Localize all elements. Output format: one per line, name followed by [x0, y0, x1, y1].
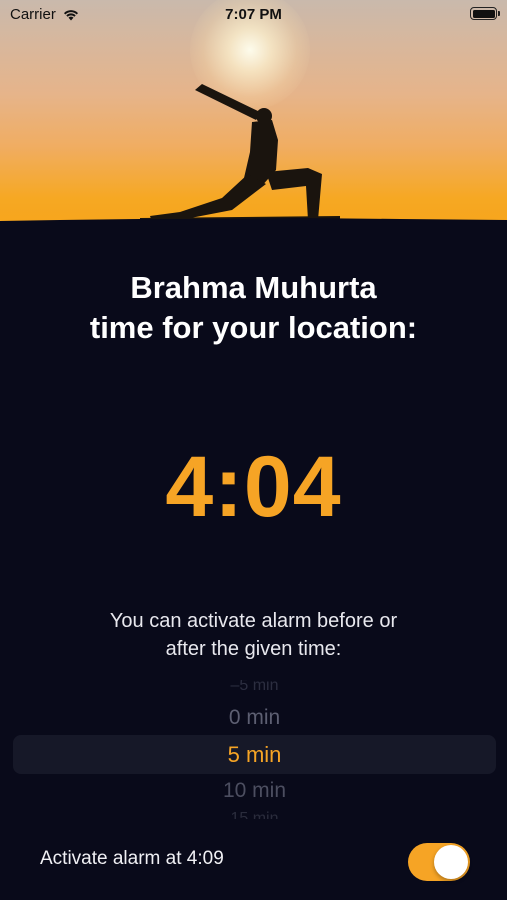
title-line-1: Brahma Muhurta [130, 270, 377, 305]
alarm-label: Activate alarm at 4:09 [40, 848, 224, 869]
yoga-silhouette-icon [140, 84, 340, 225]
status-time: 7:07 PM [225, 6, 282, 23]
sunrise-header-image [0, 0, 507, 225]
page-title: Brahma Muhurta time for your location: [0, 268, 507, 348]
alarm-toggle[interactable] [408, 843, 470, 881]
offset-picker[interactable]: –5 min 0 min 5 min 10 min 15 min [13, 678, 496, 820]
muhurta-time: 4:04 [165, 439, 342, 535]
hint-line-2: after the given time: [165, 638, 342, 660]
horizon-ground [0, 218, 507, 225]
status-bar: Carrier 7:07 PM [0, 0, 507, 28]
title-line-2: time for your location: [89, 310, 418, 345]
picker-item[interactable]: 10 min [13, 779, 496, 803]
battery-icon [470, 7, 500, 20]
picker-item-partial-top[interactable]: –5 min [13, 680, 496, 694]
picker-item-partial-bottom[interactable]: 15 min [13, 809, 496, 819]
picker-item[interactable]: 0 min [13, 706, 496, 730]
toggle-knob [434, 845, 468, 879]
hint-line-1: You can activate alarm before or [109, 610, 398, 632]
alarm-hint: You can activate alarm before or after t… [0, 607, 507, 663]
picker-item-selected[interactable]: 5 min [13, 742, 496, 768]
